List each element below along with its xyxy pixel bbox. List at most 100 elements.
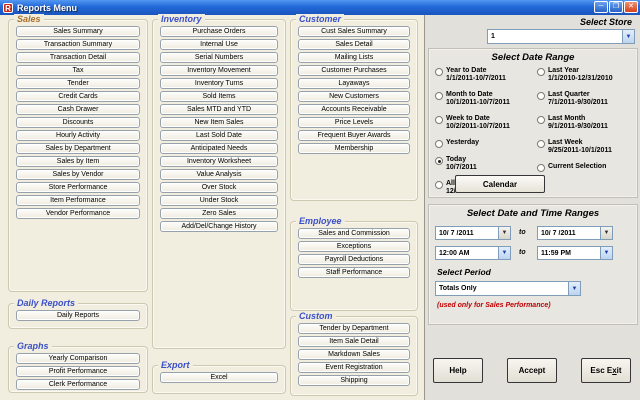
close-button[interactable]: ✕ <box>624 1 638 13</box>
radio-yesterday[interactable]: Yesterday <box>435 139 535 148</box>
date-from-picker[interactable]: 10/ 7 /2011 ▼ <box>435 226 511 240</box>
chevron-down-icon[interactable]: ▼ <box>498 247 510 259</box>
chevron-down-icon[interactable]: ▼ <box>568 282 580 295</box>
report-tender-by-department[interactable]: Tender by Department <box>298 323 410 334</box>
chevron-down-icon[interactable]: ▼ <box>600 247 612 259</box>
report-item-performance[interactable]: Item Performance <box>16 195 140 206</box>
radio-last-month[interactable]: Last Month 9/1/2011-9/30/2011 <box>537 115 637 131</box>
report-store-performance[interactable]: Store Performance <box>16 182 140 193</box>
report-profit-performance[interactable]: Profit Performance <box>16 366 140 377</box>
restore-button[interactable]: ❐ <box>609 1 623 13</box>
report-shipping[interactable]: Shipping <box>298 375 410 386</box>
accept-button[interactable]: Accept <box>507 358 557 383</box>
app-icon: R <box>3 3 13 13</box>
report-mailing-lists[interactable]: Mailing Lists <box>298 52 410 63</box>
date-range-title: Select Date Range <box>429 52 637 63</box>
period-note: (used only for Sales Performance) <box>437 302 551 309</box>
minimize-button[interactable]: ─ <box>594 1 608 13</box>
calendar-button[interactable]: Calendar <box>455 175 545 193</box>
radio-icon <box>537 116 545 124</box>
radio-last-week[interactable]: Last Week 9/25/2011-10/1/2011 <box>537 139 637 155</box>
inventory-section: Inventory Purchase Orders Internal Use S… <box>152 19 286 349</box>
date-to-value: 10/ 7 /2011 <box>538 230 600 237</box>
report-markdown-sales[interactable]: Markdown Sales <box>298 349 410 360</box>
report-tax[interactable]: Tax <box>16 65 140 76</box>
report-discounts[interactable]: Discounts <box>16 117 140 128</box>
radio-icon <box>435 92 443 100</box>
radio-last-quarter[interactable]: Last Quarter 7/1/2011-9/30/2011 <box>537 91 637 107</box>
report-transaction-summary[interactable]: Transaction Summary <box>16 39 140 50</box>
period-select[interactable]: Totals Only ▼ <box>435 281 581 296</box>
date-to-picker[interactable]: 10/ 7 /2011 ▼ <box>537 226 613 240</box>
esc-exit-button[interactable]: Esc Exit <box>581 358 631 383</box>
report-sales-summary[interactable]: Sales Summary <box>16 26 140 37</box>
report-inventory-turns[interactable]: Inventory Turns <box>160 78 278 89</box>
report-payroll-deductions[interactable]: Payroll Deductions <box>298 254 410 265</box>
radio-last-year[interactable]: Last Year 1/1/2010-12/31/2010 <box>537 67 637 83</box>
options-panel: Select Store 1 ▼ Select Date Range Year … <box>424 15 640 400</box>
radio-dates: 7/1/2011-9/30/2011 <box>548 99 608 107</box>
report-vendor-performance[interactable]: Vendor Performance <box>16 208 140 219</box>
report-last-sold-date[interactable]: Last Sold Date <box>160 130 278 141</box>
report-tender[interactable]: Tender <box>16 78 140 89</box>
report-purchase-orders[interactable]: Purchase Orders <box>160 26 278 37</box>
help-button[interactable]: Help <box>433 358 483 383</box>
radio-week-to-date[interactable]: Week to Date 10/2/2011-10/7/2011 <box>435 115 535 131</box>
report-sales-detail[interactable]: Sales Detail <box>298 39 410 50</box>
report-cash-drawer[interactable]: Cash Drawer <box>16 104 140 115</box>
report-sales-mtd-ytd[interactable]: Sales MTD and YTD <box>160 104 278 115</box>
report-layaways[interactable]: Layaways <box>298 78 410 89</box>
date-range-group: Select Date Range Year to Date 1/1/2011-… <box>428 48 638 198</box>
report-transaction-detail[interactable]: Transaction Detail <box>16 52 140 63</box>
store-select[interactable]: 1 ▼ <box>487 29 635 44</box>
report-zero-sales[interactable]: Zero Sales <box>160 208 278 219</box>
report-new-customers[interactable]: New Customers <box>298 91 410 102</box>
report-price-levels[interactable]: Price Levels <box>298 117 410 128</box>
chevron-down-icon[interactable]: ▼ <box>600 227 612 239</box>
report-accounts-receivable[interactable]: Accounts Receivable <box>298 104 410 115</box>
report-exceptions[interactable]: Exceptions <box>298 241 410 252</box>
report-staff-performance[interactable]: Staff Performance <box>298 267 410 278</box>
report-over-stock[interactable]: Over Stock <box>160 182 278 193</box>
report-new-item-sales[interactable]: New Item Sales <box>160 117 278 128</box>
radio-today[interactable]: Today 10/7/2011 <box>435 156 535 172</box>
report-frequent-buyer-awards[interactable]: Frequent Buyer Awards <box>298 130 410 141</box>
date-from-value: 10/ 7 /2011 <box>436 230 498 237</box>
report-sales-by-vendor[interactable]: Sales by Vendor <box>16 169 140 180</box>
report-yearly-comparison[interactable]: Yearly Comparison <box>16 353 140 364</box>
report-cust-sales-summary[interactable]: Cust Sales Summary <box>298 26 410 37</box>
time-from-select[interactable]: 12:00 AM ▼ <box>435 246 511 260</box>
export-section: Export Excel <box>152 365 286 394</box>
report-sales-by-department[interactable]: Sales by Department <box>16 143 140 154</box>
time-to-select[interactable]: 11:59 PM ▼ <box>537 246 613 260</box>
report-credit-cards[interactable]: Credit Cards <box>16 91 140 102</box>
radio-month-to-date[interactable]: Month to Date 10/1/2011-10/7/2011 <box>435 91 535 107</box>
report-sales-by-item[interactable]: Sales by Item <box>16 156 140 167</box>
time-to-value: 11:59 PM <box>538 250 600 257</box>
report-hourly-activity[interactable]: Hourly Activity <box>16 130 140 141</box>
radio-dates: 10/1/2011-10/7/2011 <box>446 99 510 107</box>
report-serial-numbers[interactable]: Serial Numbers <box>160 52 278 63</box>
report-inventory-movement[interactable]: Inventory Movement <box>160 65 278 76</box>
report-under-stock[interactable]: Under Stock <box>160 195 278 206</box>
radio-current-selection[interactable]: Current Selection <box>537 163 637 172</box>
chevron-down-icon[interactable]: ▼ <box>622 30 634 43</box>
report-sales-and-commission[interactable]: Sales and Commission <box>298 228 410 239</box>
chevron-down-icon[interactable]: ▼ <box>498 227 510 239</box>
report-internal-use[interactable]: Internal Use <box>160 39 278 50</box>
report-membership[interactable]: Membership <box>298 143 410 154</box>
time-from-value: 12:00 AM <box>436 250 498 257</box>
radio-year-to-date[interactable]: Year to Date 1/1/2011-10/7/2011 <box>435 67 535 83</box>
report-customer-purchases[interactable]: Customer Purchases <box>298 65 410 76</box>
report-event-registration[interactable]: Event Registration <box>298 362 410 373</box>
report-anticipated-needs[interactable]: Anticipated Needs <box>160 143 278 154</box>
radio-label: Yesterday <box>446 139 479 146</box>
report-sold-items[interactable]: Sold Items <box>160 91 278 102</box>
report-item-sale-detail[interactable]: Item Sale Detail <box>298 336 410 347</box>
report-value-analysis[interactable]: Value Analysis <box>160 169 278 180</box>
report-add-del-change-history[interactable]: Add/Del/Change History <box>160 221 278 232</box>
report-daily-reports[interactable]: Daily Reports <box>16 310 140 321</box>
report-clerk-performance[interactable]: Clerk Performance <box>16 379 140 390</box>
report-inventory-worksheet[interactable]: Inventory Worksheet <box>160 156 278 167</box>
report-excel[interactable]: Excel <box>160 372 278 383</box>
